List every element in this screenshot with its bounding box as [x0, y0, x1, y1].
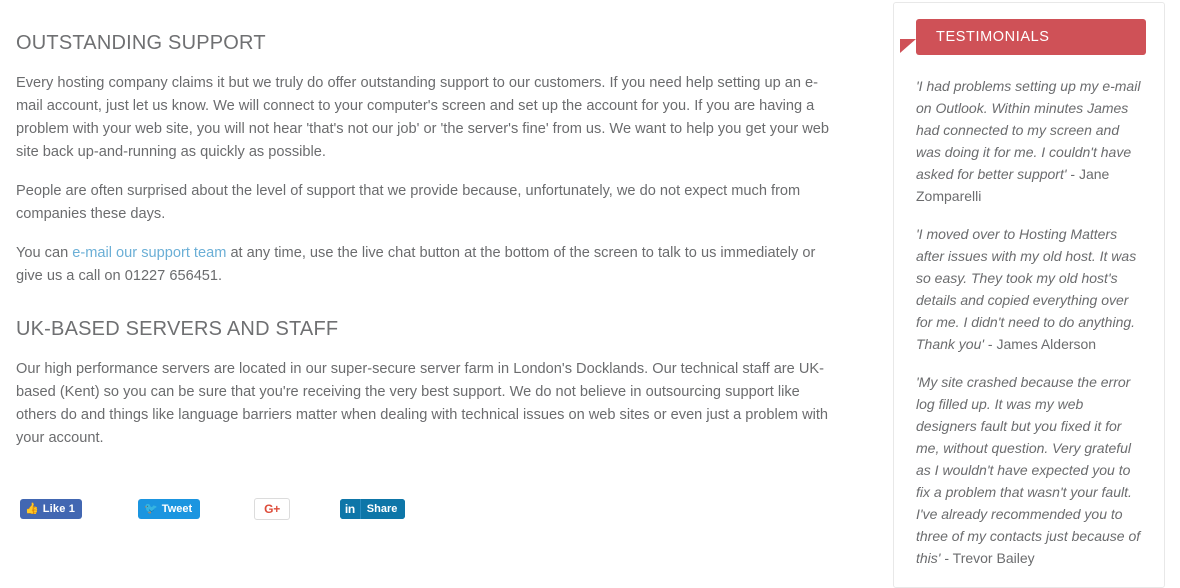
twitter-bird-icon: 🐦	[144, 502, 158, 515]
testimonial-author: - Trevor Bailey	[940, 550, 1035, 566]
facebook-like-label: Like 1	[42, 503, 76, 515]
testimonials-header: TESTIMONIALS	[894, 3, 1164, 55]
testimonials-title: TESTIMONIALS	[936, 29, 1050, 45]
facebook-like-button[interactable]: 👍 Like 1	[20, 499, 83, 519]
paragraph-outstanding-1: Every hosting company claims it but we t…	[16, 56, 844, 164]
main-content: OUTSTANDING SUPPORT Every hosting compan…	[0, 0, 860, 520]
email-support-link[interactable]: e-mail our support team	[72, 245, 226, 261]
paragraph-text-pre: You can	[16, 245, 73, 261]
linkedin-icon: in	[339, 499, 360, 519]
list-item: 'I had problems setting up my e-mail on …	[916, 75, 1142, 207]
testimonial-quote: 'My site crashed because the error log f…	[916, 374, 1141, 566]
paragraph-text: Every hosting company claims it but we t…	[16, 75, 830, 160]
testimonials-list: 'I had problems setting up my e-mail on …	[894, 55, 1164, 569]
page-title: OUTSTANDING SUPPORT	[16, 32, 266, 54]
page-root: OUTSTANDING SUPPORT Every hosting compan…	[0, 0, 1180, 588]
linkedin-share-button[interactable]: in Share	[339, 499, 406, 519]
testimonial-quote: 'I moved over to Hosting Matters after i…	[916, 226, 1137, 352]
thumbs-up-icon: 👍	[25, 502, 39, 515]
speech-bubble-tail-icon	[900, 39, 916, 53]
google-plus-share-button[interactable]: G+	[254, 498, 290, 520]
section-heading-uk-servers: UK-BASED SERVERS AND STAFF	[16, 318, 339, 340]
paragraph-outstanding-3: You can e-mail our support team at any t…	[16, 226, 844, 288]
testimonials-sidebar: TESTIMONIALS 'I had problems setting up …	[893, 2, 1165, 588]
paragraph-uk-servers-1: Our high performance servers are located…	[16, 342, 844, 450]
paragraph-outstanding-2: People are often surprised about the lev…	[16, 164, 844, 226]
linkedin-share-label: Share	[359, 499, 406, 519]
testimonial-author: - James Alderson	[984, 336, 1097, 352]
twitter-tweet-button[interactable]: 🐦 Tweet	[138, 499, 201, 519]
paragraph-text: Our high performance servers are located…	[16, 361, 829, 446]
google-plus-icon: G+	[264, 502, 280, 516]
list-item: 'My site crashed because the error log f…	[916, 371, 1142, 569]
paragraph-text: People are often surprised about the lev…	[16, 183, 801, 222]
twitter-tweet-label: Tweet	[161, 503, 193, 515]
testimonials-bubble: TESTIMONIALS	[916, 19, 1146, 55]
list-item: 'I moved over to Hosting Matters after i…	[916, 223, 1142, 355]
social-share-row: 👍 Like 1 🐦 Tweet G+ in Share	[16, 450, 860, 520]
